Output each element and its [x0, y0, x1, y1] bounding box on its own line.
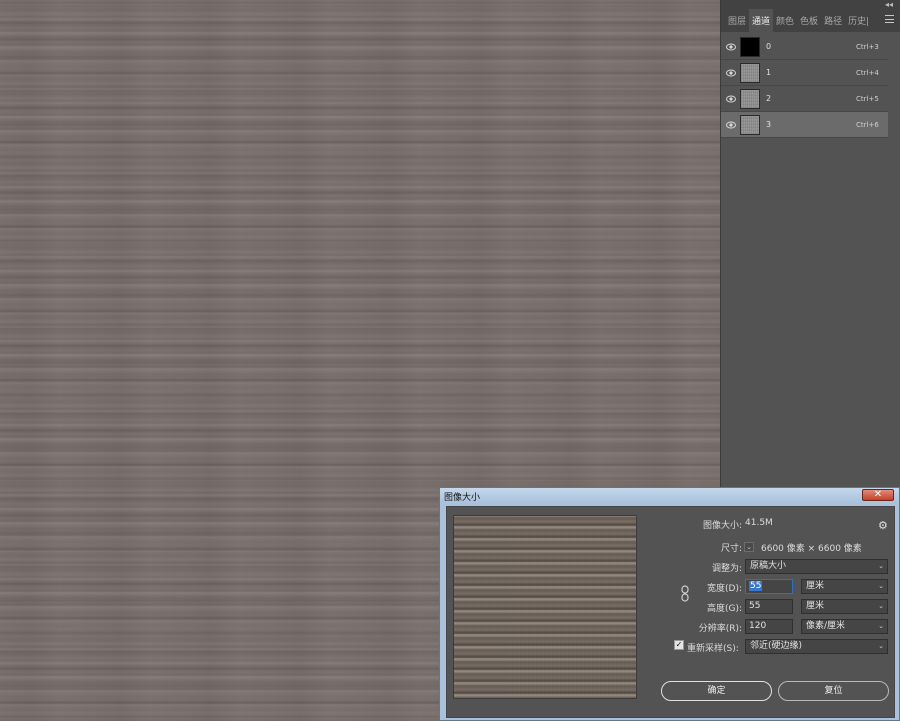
resolution-unit: 像素/厘米 [806, 621, 846, 631]
chevron-down-icon[interactable]: ⌄ [744, 542, 754, 552]
tab-layers[interactable]: 图层 [725, 9, 749, 32]
fit-to-value: 原稿大小 [750, 561, 787, 571]
width-value: 55 [749, 581, 763, 591]
channel-name: 0 [766, 42, 772, 51]
channel-thumbnail [740, 89, 760, 109]
gear-icon[interactable]: ⚙ [878, 519, 888, 532]
panel-header-strip: ◂◂ [721, 0, 900, 9]
channel-row[interactable]: 1 Ctrl+4 [721, 60, 888, 86]
image-size-value: 41.5M [745, 518, 773, 528]
image-preview[interactable] [453, 515, 637, 699]
panel-tab-bar: 图层 通道 颜色 色板 路径 历史| [721, 9, 900, 32]
channel-thumbnail [740, 63, 760, 83]
resample-dropdown[interactable]: 邻近(硬边缘) ⌄ [745, 639, 888, 654]
resolution-unit-dropdown[interactable]: 像素/厘米 ⌄ [801, 619, 888, 634]
height-unit: 厘米 [806, 601, 825, 611]
close-button[interactable]: ✕ [862, 489, 894, 501]
eye-icon[interactable] [726, 68, 736, 78]
width-label: 宽度(D): [707, 584, 742, 594]
channel-name: 2 [766, 94, 772, 103]
collapse-icon[interactable]: ◂◂ [885, 0, 893, 9]
channel-shortcut: Ctrl+5 [856, 95, 879, 103]
fit-to-label: 调整为: [711, 564, 742, 574]
image-size-label: 图像大小: [702, 521, 742, 531]
chevron-down-icon: ⌄ [878, 622, 884, 630]
resolution-value: 120 [749, 621, 767, 631]
dimensions-value: 6600 像素 × 6600 像素 [761, 544, 862, 554]
channel-thumbnail [740, 37, 760, 57]
eye-icon[interactable] [726, 42, 736, 52]
channel-row-selected[interactable]: 3 Ctrl+6 [721, 112, 888, 138]
channel-name: 1 [766, 68, 772, 77]
channel-name: 3 [766, 120, 772, 129]
tab-swatches[interactable]: 色板 [797, 9, 821, 32]
channel-row[interactable]: 0 Ctrl+3 [721, 34, 888, 60]
tab-channels[interactable]: 通道 [749, 9, 774, 32]
resolution-input[interactable]: 120 [745, 619, 793, 634]
tab-paths[interactable]: 路径 [821, 9, 845, 32]
resample-checkbox[interactable]: ✓ [674, 640, 684, 650]
tab-history[interactable]: 历史| [845, 9, 872, 32]
channel-row[interactable]: 2 Ctrl+5 [721, 86, 888, 112]
eye-icon[interactable] [726, 94, 736, 104]
fit-to-dropdown[interactable]: 原稿大小 ⌄ [745, 559, 888, 574]
height-label: 高度(G): [706, 604, 742, 614]
eye-icon[interactable] [726, 120, 736, 130]
resample-value: 邻近(硬边缘) [750, 641, 803, 651]
width-unit-dropdown[interactable]: 厘米 ⌄ [801, 579, 888, 594]
channel-shortcut: Ctrl+6 [856, 121, 879, 129]
dialog-titlebar[interactable]: 图像大小 ✕ [440, 488, 899, 503]
width-input[interactable]: 55 [745, 579, 793, 594]
tab-color[interactable]: 颜色 [773, 9, 797, 32]
channel-shortcut: Ctrl+4 [856, 69, 879, 77]
chevron-down-icon: ⌄ [878, 562, 884, 570]
image-size-dialog: 图像大小 ✕ 图像大小: 41.5M ⚙ 尺寸: ⌄ 6600 像素 × 660… [439, 487, 900, 721]
resolution-label: 分辨率(R): [698, 624, 742, 634]
dialog-body: 图像大小: 41.5M ⚙ 尺寸: ⌄ 6600 像素 × 6600 像素 调整… [446, 506, 895, 718]
chevron-down-icon: ⌄ [878, 642, 884, 650]
height-input[interactable]: 55 [745, 599, 793, 614]
channel-thumbnail [740, 115, 760, 135]
width-unit: 厘米 [806, 581, 825, 591]
resample-label: 重新采样(S): [687, 644, 739, 654]
ok-button[interactable]: 确定 [661, 681, 772, 701]
dialog-title: 图像大小 [444, 493, 481, 503]
chevron-down-icon: ⌄ [878, 582, 884, 590]
height-unit-dropdown[interactable]: 厘米 ⌄ [801, 599, 888, 614]
dimensions-label: 尺寸: [720, 544, 742, 554]
reset-button[interactable]: 复位 [778, 681, 889, 701]
panel-menu-icon[interactable] [885, 15, 894, 23]
chevron-down-icon: ⌄ [878, 602, 884, 610]
height-value: 55 [749, 601, 761, 611]
channel-shortcut: Ctrl+3 [856, 43, 879, 51]
